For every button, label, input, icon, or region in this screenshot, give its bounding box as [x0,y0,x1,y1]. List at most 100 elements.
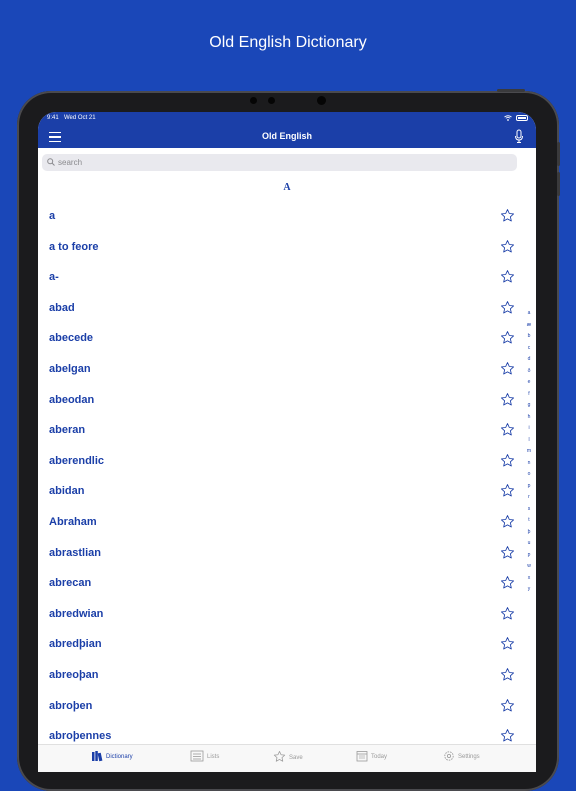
word-row[interactable]: abrastlian [38,538,536,569]
favorite-star-icon[interactable] [500,422,515,442]
word-label: abidan [49,485,85,498]
index-letter[interactable]: æ [524,320,534,332]
index-letter[interactable]: d [524,354,534,366]
word-row[interactable]: abreoþan [38,660,536,691]
favorite-star-icon[interactable] [500,667,515,687]
favorite-star-icon[interactable] [500,453,515,473]
word-row[interactable]: a [38,201,536,232]
section-header: A [283,182,291,193]
word-label: abrecan [49,577,92,590]
favorite-star-icon[interactable] [500,239,515,259]
word-row[interactable]: abad [38,293,536,324]
index-letter[interactable]: m [524,446,534,458]
word-label: abecede [49,332,94,345]
favorite-star-icon[interactable] [500,545,515,565]
index-letter[interactable]: f [524,389,534,401]
index-letter[interactable]: þ [524,527,534,539]
search-icon [47,158,55,166]
word-label: abreoþan [49,668,99,681]
microphone-icon[interactable] [514,129,524,144]
camera-lens [317,96,326,105]
word-label: a- [49,271,59,284]
index-letter[interactable]: h [524,412,534,424]
word-row[interactable]: Abraham [38,507,536,538]
tab-label: Dictionary [106,754,133,760]
page-title: Old English [261,131,312,141]
tab-settings[interactable]: Settings [443,750,480,764]
favorite-star-icon[interactable] [500,269,515,289]
word-row[interactable]: abredwian [38,599,536,630]
favorite-star-icon[interactable] [500,300,515,320]
lists-icon [190,750,204,764]
word-list: aa to feore a-abad abecede abelgan abeodan ab… [38,201,536,752]
word-row[interactable]: abecede [38,323,536,354]
index-letter[interactable]: p [524,481,534,493]
status-date: Wed Oct 21 [64,115,96,121]
favorite-star-icon[interactable] [500,575,515,595]
calendar-icon [356,750,368,764]
search-bar[interactable] [42,154,517,171]
index-letter[interactable]: l [524,435,534,447]
index-letter[interactable]: o [524,469,534,481]
index-letter[interactable]: x [524,573,534,585]
status-indicators [504,115,528,121]
word-row[interactable]: abelgan [38,354,536,385]
favorite-star-icon[interactable] [500,330,515,350]
tab-label: Settings [458,754,480,760]
index-letter[interactable]: n [524,458,534,470]
favorite-star-icon[interactable] [500,483,515,503]
tab-today[interactable]: Today [356,750,387,764]
word-label: Abraham [49,515,97,528]
word-label: a [49,210,56,222]
index-letter[interactable]: s [524,504,534,516]
favorite-star-icon[interactable] [500,361,515,381]
word-row[interactable]: a- [38,262,536,293]
volume-down-button [557,172,560,196]
favorite-star-icon[interactable] [500,208,515,228]
word-label: abrastlian [49,546,101,559]
word-label: abredþian [49,638,102,651]
index-letter[interactable]: ƿ [524,550,534,562]
tab-dictionary[interactable]: Dictionary [91,750,133,764]
index-letter[interactable]: y [524,584,534,596]
index-letter[interactable]: a [524,308,534,320]
tab-label: Save [289,754,303,761]
word-label: abroþennes [49,730,112,743]
index-letter[interactable]: i [524,423,534,435]
word-row[interactable]: abidan [38,476,536,507]
tab-lists[interactable]: Lists [190,750,219,764]
tab-save[interactable]: Save [273,750,303,765]
index-letter[interactable]: b [524,331,534,343]
index-letter[interactable]: t [524,515,534,527]
index-letter[interactable]: ð [524,366,534,378]
search-input[interactable] [58,154,498,171]
index-letter[interactable]: g [524,400,534,412]
word-row[interactable]: aberendlic [38,446,536,477]
alphabet-index[interactable]: aæbcdðefghilmnoprstþuƿwxy [524,308,534,596]
gear-icon [443,750,455,764]
index-letter[interactable]: c [524,343,534,355]
top-button [497,89,525,92]
app-screen: 9:41 Wed Oct 21 Old English A a a to feor… [38,112,536,772]
word-row[interactable]: abrecan [38,568,536,599]
index-letter[interactable]: w [524,561,534,573]
favorite-star-icon[interactable] [500,514,515,534]
index-letter[interactable]: u [524,538,534,550]
word-label: abredwian [49,607,104,620]
word-label: abelgan [49,362,91,375]
word-row[interactable]: abeodan [38,385,536,416]
index-letter[interactable]: r [524,492,534,504]
dictionary-icon [91,750,103,764]
word-row[interactable]: aberan [38,415,536,446]
favorite-star-icon[interactable] [500,392,515,412]
word-row[interactable]: abroþen [38,691,536,722]
front-camera [250,97,257,104]
favorite-star-icon[interactable] [500,636,515,656]
volume-up-button [557,142,560,166]
favorite-star-icon[interactable] [500,606,515,626]
index-letter[interactable]: e [524,377,534,389]
favorite-star-icon[interactable] [500,698,515,718]
word-label: aberendlic [49,454,105,467]
word-row[interactable]: a to feore [38,232,536,263]
word-row[interactable]: abredþian [38,629,536,660]
